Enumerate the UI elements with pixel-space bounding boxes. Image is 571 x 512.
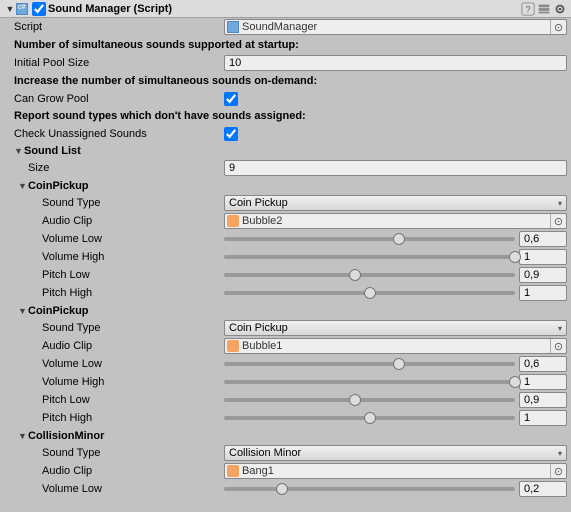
slider-label: Pitch Low: [42, 269, 224, 281]
slider-label: Pitch Low: [42, 394, 224, 406]
section3-heading: Report sound types which don't have soun…: [0, 107, 571, 125]
script-value: SoundManager: [239, 21, 550, 33]
audio-clip-icon: [227, 215, 239, 227]
slider[interactable]: [224, 232, 515, 246]
slider[interactable]: [224, 250, 515, 264]
chevron-down-icon: ▼: [18, 181, 28, 191]
slider[interactable]: [224, 268, 515, 282]
slider[interactable]: [224, 411, 515, 425]
chevron-down-icon: ▼: [18, 306, 28, 316]
chevron-updown-icon: ▾: [558, 324, 562, 333]
slider-value-input[interactable]: [519, 267, 567, 283]
slider-value-input[interactable]: [519, 356, 567, 372]
slider[interactable]: [224, 482, 515, 496]
component-title: Sound Manager (Script): [48, 3, 521, 15]
section1-heading: Number of simultaneous sounds supported …: [0, 36, 571, 54]
check-unassigned-label: Check Unassigned Sounds: [14, 128, 224, 140]
audio-clip-value: Bang1: [239, 465, 550, 477]
sound-item-name: CoinPickup: [28, 180, 89, 192]
audio-clip-field[interactable]: Bubble2 ⊙: [224, 213, 567, 229]
object-picker-icon[interactable]: ⊙: [550, 20, 566, 34]
foldout-toggle[interactable]: ▼: [4, 4, 16, 14]
slider[interactable]: [224, 375, 515, 389]
script-object-field[interactable]: SoundManager ⊙: [224, 19, 567, 35]
slider-value-input[interactable]: [519, 249, 567, 265]
size-label: Size: [28, 162, 224, 174]
sound-type-label: Sound Type: [42, 447, 224, 459]
gear-icon[interactable]: [553, 2, 567, 16]
check-unassigned-checkbox[interactable]: [224, 127, 238, 141]
slider-value-input[interactable]: [519, 285, 567, 301]
sound-item-foldout[interactable]: ▼ CoinPickup: [0, 302, 571, 319]
slider-label: Volume High: [42, 251, 224, 263]
script-row: Script SoundManager ⊙: [0, 18, 571, 36]
slider-label: Volume Low: [42, 233, 224, 245]
slider-value-input[interactable]: [519, 481, 567, 497]
sound-type-dropdown[interactable]: Coin Pickup ▾: [224, 320, 567, 336]
slider-label: Pitch High: [42, 412, 224, 424]
sound-item-name: CoinPickup: [28, 305, 89, 317]
audio-clip-icon: [227, 465, 239, 477]
can-grow-checkbox[interactable]: [224, 92, 238, 106]
size-input[interactable]: [224, 160, 567, 176]
dropdown-value: Coin Pickup: [229, 322, 558, 334]
object-picker-icon[interactable]: ⊙: [550, 339, 566, 353]
component-enabled-checkbox[interactable]: [32, 2, 46, 16]
sound-list-label: Sound List: [24, 145, 81, 157]
can-grow-label: Can Grow Pool: [14, 93, 224, 105]
chevron-down-icon: ▼: [18, 431, 28, 441]
sound-item-name: CollisionMinor: [28, 430, 104, 442]
sound-type-dropdown[interactable]: Collision Minor ▾: [224, 445, 567, 461]
slider-label: Volume High: [42, 376, 224, 388]
object-picker-icon[interactable]: ⊙: [550, 214, 566, 228]
preset-icon[interactable]: [537, 2, 551, 16]
pool-size-input[interactable]: [224, 55, 567, 71]
slider[interactable]: [224, 357, 515, 371]
script-label: Script: [14, 21, 224, 33]
slider-label: Volume Low: [42, 483, 224, 495]
help-icon[interactable]: ?: [521, 2, 535, 16]
sound-list-foldout[interactable]: ▼ Sound List: [0, 142, 571, 159]
sound-type-label: Sound Type: [42, 197, 224, 209]
chevron-updown-icon: ▾: [558, 199, 562, 208]
script-obj-icon: [227, 21, 239, 33]
dropdown-value: Collision Minor: [229, 447, 558, 459]
dropdown-value: Coin Pickup: [229, 197, 558, 209]
slider-label: Volume Low: [42, 358, 224, 370]
pool-size-label: Initial Pool Size: [14, 57, 224, 69]
audio-clip-field[interactable]: Bubble1 ⊙: [224, 338, 567, 354]
sound-type-dropdown[interactable]: Coin Pickup ▾: [224, 195, 567, 211]
audio-clip-value: Bubble2: [239, 215, 550, 227]
slider-value-input[interactable]: [519, 410, 567, 426]
script-icon: [16, 3, 28, 15]
component-header: ▼ Sound Manager (Script) ?: [0, 0, 571, 18]
slider-value-input[interactable]: [519, 231, 567, 247]
section2-heading: Increase the number of simultaneous soun…: [0, 72, 571, 90]
audio-clip-label: Audio Clip: [42, 340, 224, 352]
chevron-updown-icon: ▾: [558, 449, 562, 458]
audio-clip-field[interactable]: Bang1 ⊙: [224, 463, 567, 479]
slider[interactable]: [224, 286, 515, 300]
audio-clip-value: Bubble1: [239, 340, 550, 352]
sound-type-label: Sound Type: [42, 322, 224, 334]
object-picker-icon[interactable]: ⊙: [550, 464, 566, 478]
audio-clip-label: Audio Clip: [42, 215, 224, 227]
slider-value-input[interactable]: [519, 374, 567, 390]
sound-item-foldout[interactable]: ▼ CollisionMinor: [0, 427, 571, 444]
slider[interactable]: [224, 393, 515, 407]
slider-label: Pitch High: [42, 287, 224, 299]
svg-text:?: ?: [526, 4, 531, 14]
slider-value-input[interactable]: [519, 392, 567, 408]
sound-item-foldout[interactable]: ▼ CoinPickup: [0, 177, 571, 194]
audio-clip-icon: [227, 340, 239, 352]
audio-clip-label: Audio Clip: [42, 465, 224, 477]
chevron-down-icon: ▼: [14, 146, 24, 156]
